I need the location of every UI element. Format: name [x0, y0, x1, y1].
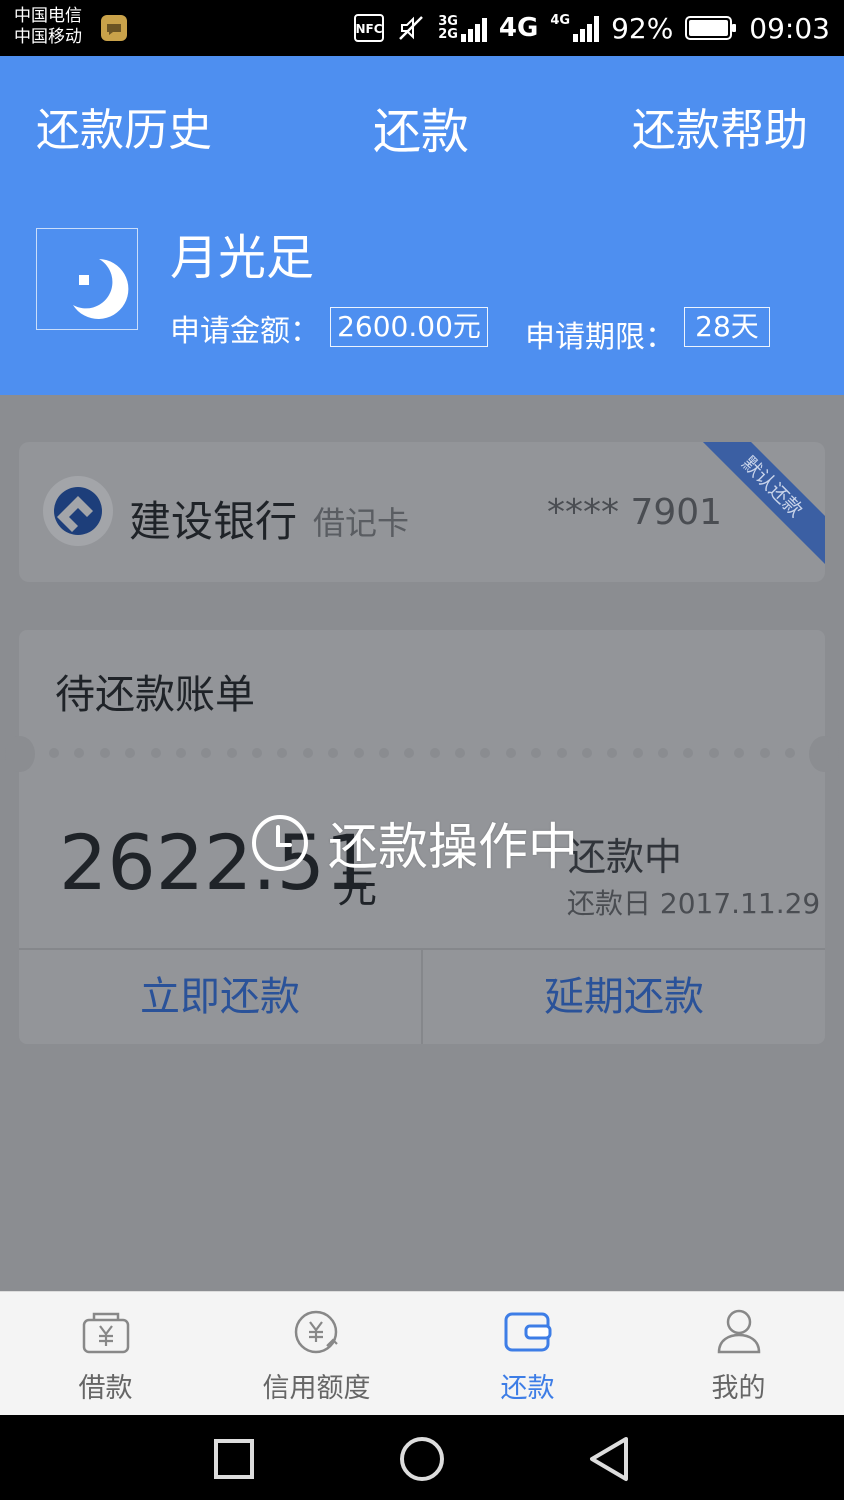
amount-label: 申请金额：	[170, 314, 320, 349]
app-logo	[36, 228, 138, 330]
loading-toast: 还款操作中	[250, 808, 578, 878]
page-title: 还款	[373, 104, 470, 160]
carrier-1: 中国电信	[14, 6, 82, 26]
tab-borrow[interactable]: 借款	[0, 1292, 211, 1416]
delay-repay-button[interactable]: 延期还款	[423, 950, 825, 1044]
term-value: 28天	[684, 307, 770, 347]
term-label: 申请期限：	[525, 320, 675, 355]
home-icon[interactable]	[394, 1431, 450, 1487]
net-2g-label: 2G	[438, 27, 458, 42]
bank-name: 建设银行	[129, 497, 298, 546]
system-nav-bar	[0, 1415, 844, 1500]
recent-apps-icon[interactable]	[206, 1431, 262, 1487]
app-name: 月光足	[170, 230, 315, 286]
bank-logo	[43, 476, 113, 546]
battery-icon	[685, 16, 737, 40]
tab-mine-label: 我的	[711, 1373, 766, 1404]
net-4g-small-label: 4G	[550, 13, 571, 28]
moon-icon	[73, 259, 129, 319]
nfc-icon: NFC	[354, 14, 385, 42]
tab-borrow-label: 借款	[78, 1373, 133, 1404]
tab-repay[interactable]: 还款	[422, 1292, 633, 1416]
signal-bars-2-icon	[573, 14, 600, 42]
card-type: 借记卡	[313, 504, 410, 542]
tab-credit-limit[interactable]: 信用额度	[211, 1292, 422, 1416]
ticket-notch-left	[5, 736, 35, 772]
borrow-yuan-icon	[82, 1312, 130, 1354]
vibrate-mute-icon	[399, 16, 424, 40]
pay-now-button[interactable]: 立即还款	[19, 950, 421, 1044]
status-bar: 中国电信 中国移动 NFC 3G 2G 4G 4G 92% 09:03	[0, 0, 844, 56]
ticket-notch-right	[809, 736, 839, 772]
header: 还款历史 还款 还款帮助 月光足 申请金额： 2600.00元 申请期限： 28…	[0, 56, 844, 395]
battery-percent: 92%	[611, 11, 674, 45]
due-date: 还款日 2017.11.29	[567, 887, 821, 920]
clock-icon	[252, 815, 308, 871]
tab-mine[interactable]: 我的	[633, 1292, 844, 1416]
amount-value: 2600.00元	[330, 307, 488, 347]
net-4g-label: 4G	[498, 13, 539, 43]
tab-repay-history[interactable]: 还款历史	[36, 94, 212, 158]
tab-repay-help[interactable]: 还款帮助	[632, 94, 808, 158]
svg-text:NFC: NFC	[356, 22, 383, 36]
tab-repay-label: 还款	[500, 1373, 555, 1404]
credit-yuan-icon	[294, 1310, 338, 1354]
back-icon[interactable]	[582, 1431, 638, 1487]
card-number: **** 7901	[547, 492, 723, 533]
carrier-info: 中国电信 中国移动	[14, 6, 82, 48]
dotted-divider	[49, 748, 795, 758]
carrier-2: 中国移动	[14, 27, 82, 47]
status-icons: NFC 3G 2G 4G 4G 92% 09:03	[354, 8, 830, 48]
message-notification-icon	[101, 15, 127, 41]
clock: 09:03	[749, 11, 830, 45]
signal-4g: 4G	[550, 13, 600, 42]
bill-title: 待还款账单	[55, 672, 255, 718]
signal-3g2g: 3G 2G	[438, 14, 487, 42]
toast-text: 还款操作中	[328, 818, 578, 876]
user-icon	[717, 1309, 761, 1354]
bill-status: 还款中	[568, 835, 683, 879]
bank-card[interactable]: 建设银行 借记卡 **** 7901 默认还款	[19, 442, 825, 582]
bottom-tab-bar: 借款 信用额度 还款 我的	[0, 1291, 844, 1416]
signal-bars-1-icon	[460, 14, 487, 42]
tab-credit-label: 信用额度	[262, 1373, 371, 1404]
ccb-logo-icon	[54, 487, 102, 535]
wallet-icon	[504, 1312, 552, 1352]
